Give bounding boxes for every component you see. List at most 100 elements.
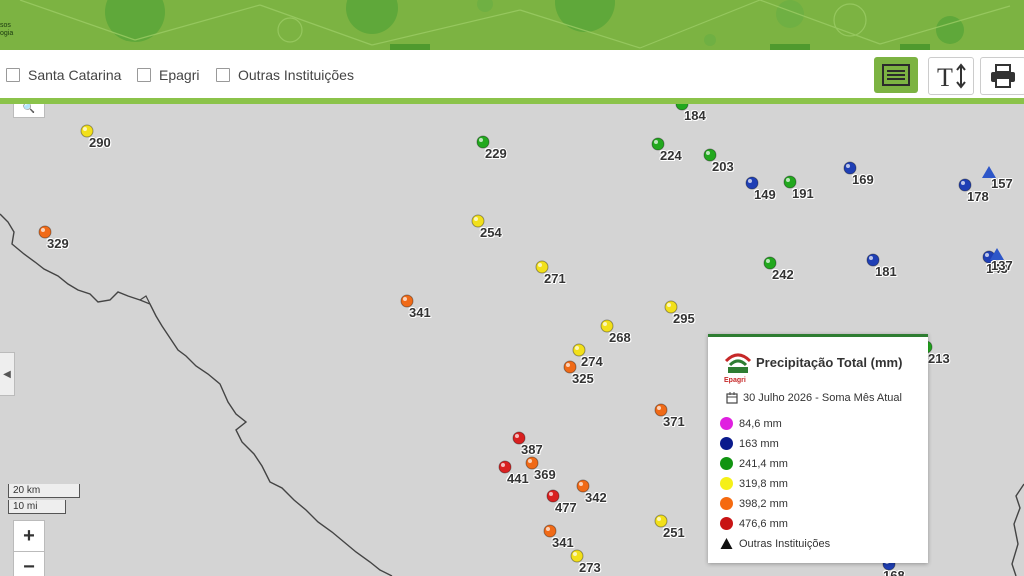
station-marker-highlight <box>657 517 661 521</box>
filter-label: Outras Instituições <box>238 67 354 83</box>
checkbox[interactable] <box>137 68 151 82</box>
station-marker-highlight <box>479 138 483 142</box>
printer-icon <box>991 64 1015 88</box>
legend-label: 319,8 mm <box>739 477 788 490</box>
legend-date-text: 30 Julho 2026 - Soma Mês Atual <box>743 392 902 404</box>
station-value-label: 290 <box>89 135 111 150</box>
station-value-label: 251 <box>663 525 685 540</box>
station-marker-highlight <box>667 303 671 307</box>
station-marker-highlight <box>566 363 570 367</box>
header-logo-text: sos ogia <box>0 22 13 38</box>
station-value-label: 254 <box>480 225 502 240</box>
station-marker-highlight <box>748 179 752 183</box>
station-marker-highlight <box>501 463 505 467</box>
station-value-label: 178 <box>967 189 989 204</box>
station-value-label: 149 <box>754 187 776 202</box>
station-value-label: 441 <box>507 471 529 486</box>
station-value-label: 137 <box>991 258 1013 273</box>
station-marker-highlight <box>573 552 577 556</box>
station-marker-highlight <box>786 178 790 182</box>
station-marker-highlight <box>41 228 45 232</box>
legend-color-dot <box>720 417 733 430</box>
zoom-out-label: − <box>23 555 35 576</box>
station-value-label: 329 <box>47 236 69 251</box>
text-size-button[interactable]: T <box>928 57 974 95</box>
side-panel-toggle[interactable]: ◀ <box>0 352 15 396</box>
station-marker-highlight <box>603 322 607 326</box>
station-marker-highlight <box>766 259 770 263</box>
station-value-label: 181 <box>875 264 897 279</box>
list-view-button[interactable] <box>874 57 918 93</box>
text-size-icon: T <box>937 63 966 90</box>
scale-km-label: 20 km <box>13 485 41 496</box>
legend-label: 476,6 mm <box>739 517 788 530</box>
station-value-label: 191 <box>792 186 814 201</box>
checkbox[interactable] <box>216 68 230 82</box>
station-value-label: 274 <box>581 354 603 369</box>
header-decoration <box>19 0 1011 50</box>
search-button[interactable]: 🔍 <box>13 104 45 118</box>
zoom-out-button[interactable]: − <box>13 551 45 576</box>
site-header: sos ogia <box>0 0 1024 50</box>
station-value-label: 229 <box>485 146 507 161</box>
station-value-label: 341 <box>552 535 574 550</box>
station-value-label: 213 <box>928 351 950 366</box>
filter-santa-catarina[interactable]: Santa Catarina <box>6 67 121 83</box>
station-marker-highlight <box>575 346 579 350</box>
legend-row: 476,6 mm <box>720 517 788 530</box>
legend-color-dot <box>720 437 733 450</box>
checkbox[interactable] <box>6 68 20 82</box>
epagri-logo <box>724 353 752 373</box>
legend-row: 398,2 mm <box>720 497 788 510</box>
legend-brand: Epagri <box>724 377 746 384</box>
station-marker-highlight <box>515 434 519 438</box>
legend-label: 398,2 mm <box>739 497 788 510</box>
station-value-label: 242 <box>772 267 794 282</box>
filter-label: Epagri <box>159 67 200 83</box>
logo-line-2: ogia <box>0 30 14 37</box>
station-marker-highlight <box>579 482 583 486</box>
legend-row: 84,6 mm <box>720 417 782 430</box>
station-value-label: 369 <box>534 467 556 482</box>
station-marker-highlight <box>549 492 553 496</box>
filter-toolbar: Santa Catarina Epagri Outras Instituiçõe… <box>0 50 1024 104</box>
zoom-in-label: + <box>23 524 35 547</box>
station-value-label: 157 <box>991 176 1013 191</box>
station-value-label: 341 <box>409 305 431 320</box>
list-icon <box>882 64 910 86</box>
station-value-label: 273 <box>579 560 601 575</box>
station-value-label: 477 <box>555 500 577 515</box>
station-value-label: 168 <box>883 568 905 576</box>
scale-bar-km: 20 km <box>8 484 80 498</box>
legend-label: 163 mm <box>739 437 779 450</box>
legend-color-dot <box>720 457 733 470</box>
station-value-label: 271 <box>544 271 566 286</box>
legend-label: 84,6 mm <box>739 417 782 430</box>
station-marker-highlight <box>706 151 710 155</box>
station-marker-highlight <box>403 297 407 301</box>
station-marker-highlight <box>538 263 542 267</box>
filter-label: Santa Catarina <box>28 67 122 83</box>
print-button[interactable] <box>980 57 1024 95</box>
station-value-label: 342 <box>585 490 607 505</box>
scale-mi-label: 10 mi <box>13 501 38 512</box>
station-value-label: 295 <box>673 311 695 326</box>
station-marker-highlight <box>846 164 850 168</box>
legend-title: Precipitação Total (mm) <box>756 355 903 370</box>
station-value-label: 203 <box>712 159 734 174</box>
station-marker-highlight <box>528 459 532 463</box>
legend-row: 241,4 mm <box>720 457 788 470</box>
legend-row: 163 mm <box>720 437 779 450</box>
zoom-in-button[interactable]: + <box>13 520 45 552</box>
station-marker-highlight <box>657 406 661 410</box>
scale-bar-mi: 10 mi <box>8 500 66 514</box>
station-value-label: 325 <box>572 371 594 386</box>
logo-line-1: sos <box>0 22 11 29</box>
filter-epagri[interactable]: Epagri <box>137 67 199 83</box>
filter-outras-instituicoes[interactable]: Outras Instituições <box>216 67 354 83</box>
legend-color-dot <box>720 517 733 530</box>
svg-text:T: T <box>937 63 953 90</box>
legend-row-other: Outras Instituições <box>720 537 830 550</box>
station-value-label: 371 <box>663 414 685 429</box>
station-value-label: 224 <box>660 148 682 163</box>
